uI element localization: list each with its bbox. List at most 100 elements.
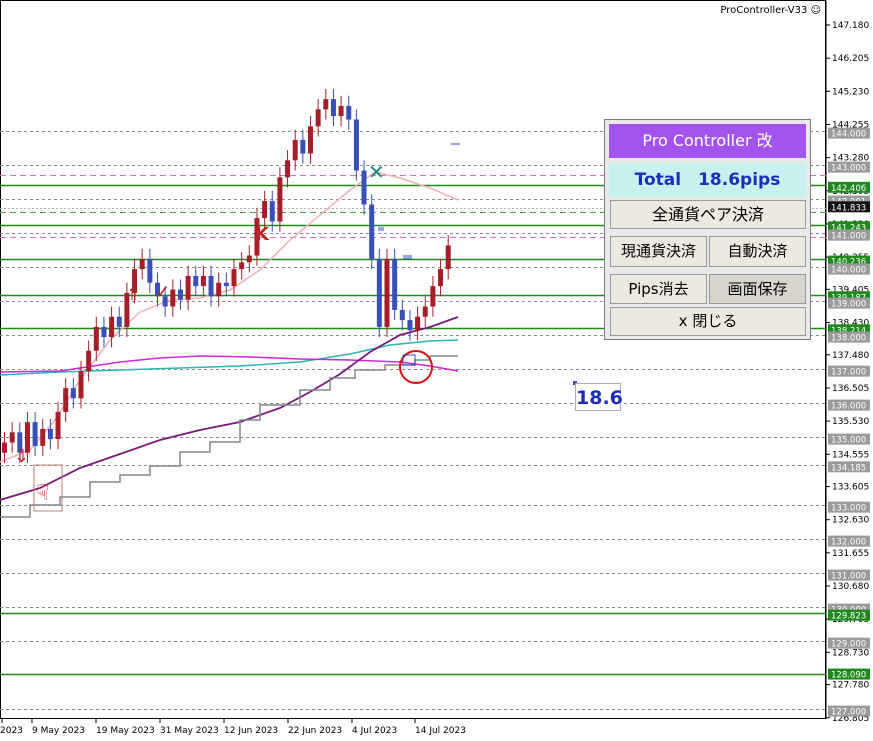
level-badge-label: 138.000	[831, 334, 866, 344]
price-chart[interactable]: ✕ K ⇑ ✓ ☟ ⇓ 147.180146.205145.230144.255…	[0, 0, 873, 741]
level-badge-label: 143.000	[831, 164, 866, 174]
candle	[323, 88, 329, 120]
save-screen-button[interactable]: 画面保存	[709, 274, 806, 304]
candlesticks	[2, 88, 451, 463]
level-badge-label: 136.000	[831, 402, 866, 412]
candle	[430, 275, 436, 317]
red-arrow-marker: ⇑	[126, 284, 141, 305]
price-tick-label: 131.655	[832, 549, 869, 559]
candle	[300, 129, 306, 164]
candle	[361, 160, 367, 215]
candle	[101, 316, 107, 348]
level-badge: 129.000	[828, 637, 870, 650]
candle	[315, 99, 321, 137]
candle	[200, 265, 206, 297]
level-badge: 140.000	[828, 263, 870, 276]
level-badge: 138.000	[828, 331, 870, 344]
level-badge: 127.000	[828, 705, 870, 718]
red-check-marker: ✓	[155, 282, 170, 303]
candle	[63, 377, 69, 423]
pro-controller-panel: Pro Controller 改 Total 18.6pips 全通貨ペア決済 …	[604, 119, 811, 340]
price-tick-label: 133.605	[832, 483, 869, 493]
candle	[438, 258, 444, 297]
price-tick-label: 136.505	[832, 384, 869, 394]
level-badge: 136.000	[828, 399, 870, 412]
pips-clear-button[interactable]: Pips消去	[610, 274, 707, 304]
candle	[93, 316, 99, 361]
candle	[185, 265, 191, 310]
level-badge-label: 137.000	[831, 368, 866, 378]
level-badge-label: 133.000	[831, 504, 866, 514]
candle	[277, 167, 283, 232]
date-tick-label: 2023	[0, 726, 23, 736]
close-all-pairs-button[interactable]: 全通貨ペア決済	[610, 200, 806, 229]
auto-close-button[interactable]: 自動決済	[709, 236, 806, 267]
level-badge: 139.000	[828, 297, 870, 310]
teal-x-marker: ✕	[368, 160, 385, 184]
level-badge: 133.000	[828, 501, 870, 514]
candle	[32, 411, 38, 457]
level-badge-label: 139.000	[831, 300, 866, 310]
candle	[246, 245, 252, 273]
level-badge: 137.000	[828, 365, 870, 378]
candle	[55, 401, 61, 450]
candle	[262, 190, 268, 229]
candle	[330, 88, 336, 127]
candle	[422, 296, 428, 327]
level-badge-label: 141.833	[831, 203, 866, 213]
level-badge-label: 144.000	[831, 130, 866, 140]
date-tick-label: 22 Jun 2023	[288, 726, 342, 736]
candle	[384, 248, 390, 338]
candle	[353, 109, 359, 181]
red-k-marker: K	[255, 224, 270, 245]
level-badge-label: 127.000	[831, 708, 866, 718]
price-tick-label: 134.555	[832, 450, 869, 460]
candle	[285, 150, 291, 188]
price-tick-label: 145.230	[832, 87, 869, 97]
level-badge: 128.090	[828, 668, 870, 681]
candle	[376, 248, 382, 338]
red-circle-marker	[399, 350, 433, 384]
brand-text: ProController-V33	[720, 5, 808, 16]
level-badge-label: 141.000	[831, 232, 866, 242]
date-tick-label: 4 Jul 2023	[352, 726, 397, 736]
pips-readout: 18.6	[575, 383, 623, 411]
price-tick-label: 132.630	[832, 516, 869, 526]
date-tick-label: 12 Jun 2023	[224, 726, 278, 736]
candle	[2, 432, 7, 463]
candle	[399, 299, 405, 331]
candle	[308, 116, 313, 164]
price-tick-label: 135.530	[832, 417, 869, 427]
close-current-pair-button[interactable]: 現通貨決済	[610, 236, 707, 267]
date-tick-label: 19 May 2023	[96, 726, 155, 736]
date-tick-label: 31 May 2023	[160, 726, 219, 736]
level-badge-label: 134.185	[831, 463, 866, 473]
ma-gray-step	[0, 355, 458, 518]
smiley-icon: ☺	[810, 5, 821, 16]
level-badge-label: 129.823	[831, 612, 866, 622]
candle	[170, 279, 176, 317]
brand-label: ProController-V33 ☺	[720, 5, 821, 16]
price-tick-label: 147.180	[832, 21, 869, 31]
candle	[239, 252, 245, 280]
candle	[193, 265, 199, 297]
candle	[292, 129, 298, 171]
thumbs-down-icon: ☟	[36, 481, 49, 506]
level-badge-label: 135.000	[831, 436, 866, 446]
level-badge: 135.000	[828, 433, 870, 446]
level-badge-label: 142.406	[831, 184, 866, 194]
level-badge: 144.000	[828, 127, 870, 140]
level-badge-label: 131.000	[831, 572, 866, 582]
close-panel-button[interactable]: x 閉じる	[610, 307, 806, 336]
level-badge-label: 128.090	[831, 671, 866, 681]
level-badge: 141.000	[828, 229, 870, 242]
candle	[139, 248, 145, 280]
red-marker-left: ⇓	[14, 446, 29, 467]
panel-title: Pro Controller 改	[609, 124, 806, 158]
level-badge: 143.000	[828, 161, 870, 174]
price-tick-label: 127.780	[832, 681, 869, 691]
candle	[147, 248, 153, 293]
price-tick-label: 130.680	[832, 582, 869, 592]
candle	[223, 272, 229, 297]
candle	[231, 258, 237, 297]
